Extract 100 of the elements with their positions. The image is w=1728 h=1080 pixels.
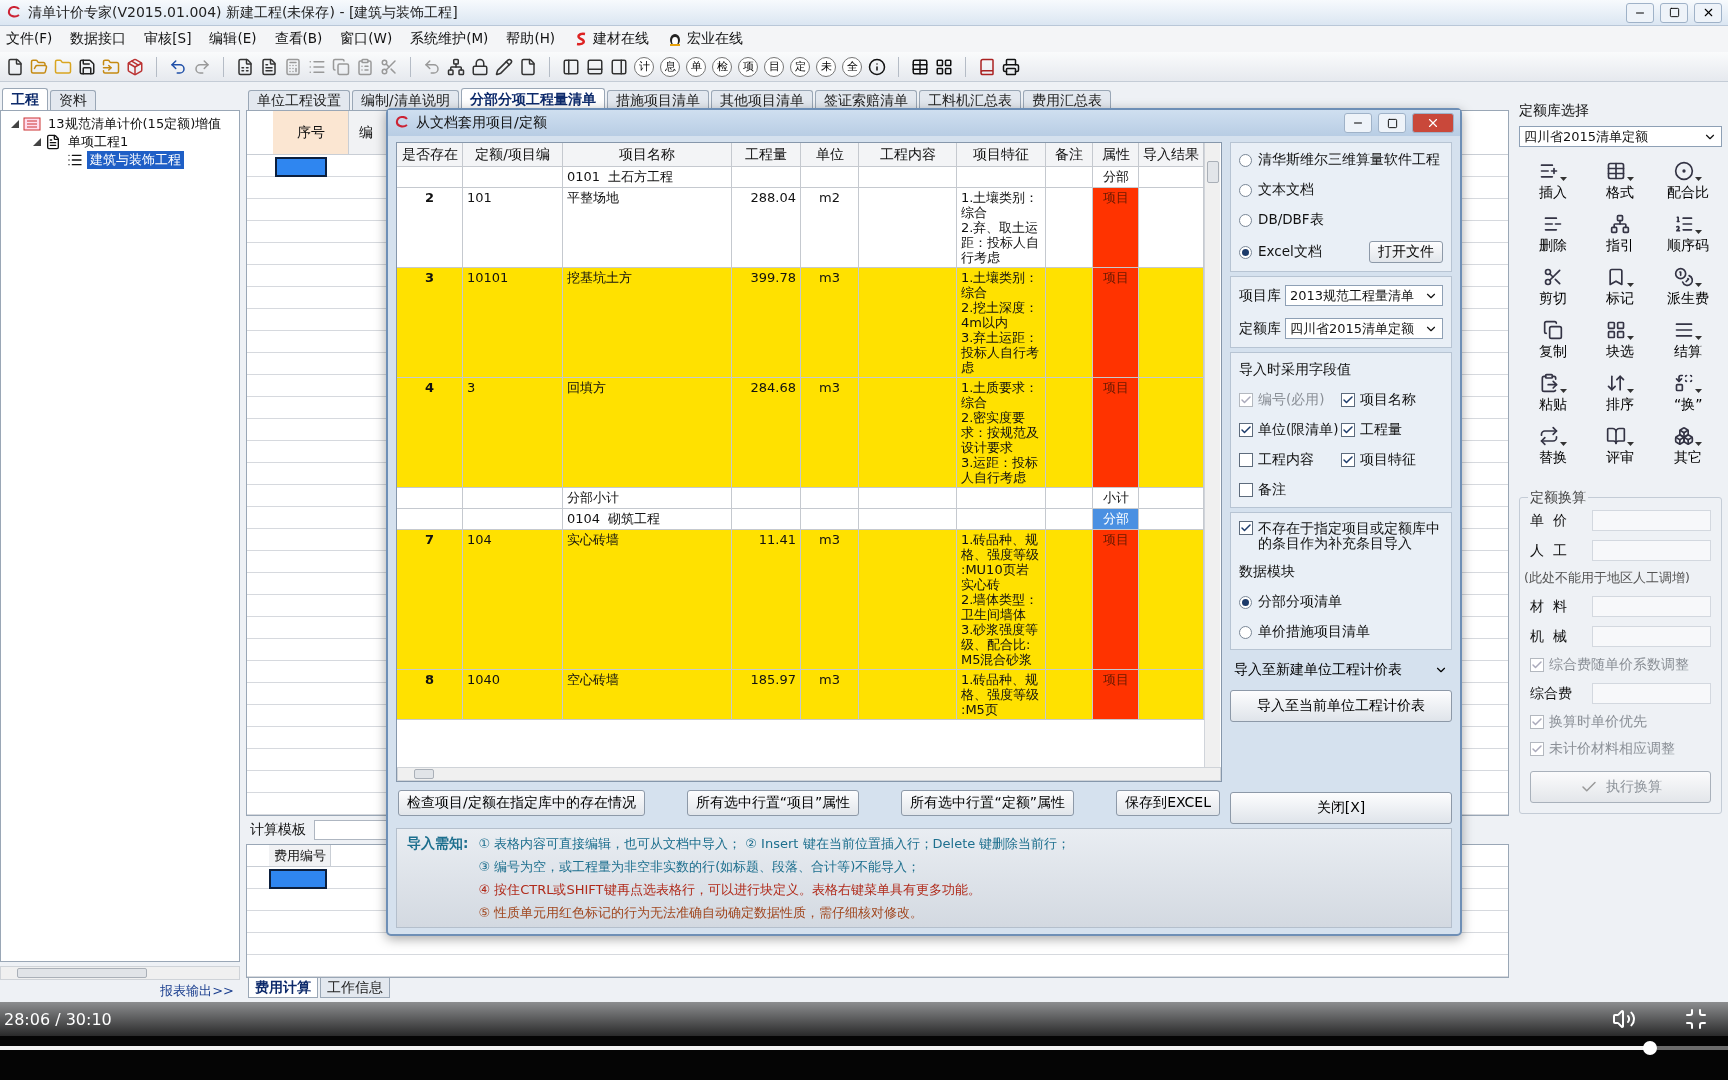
input-field[interactable]: [1592, 683, 1711, 704]
close-button[interactable]: [1694, 2, 1722, 23]
sheet-tab[interactable]: 措施项目清单: [606, 90, 709, 110]
tool-button[interactable]: 顺序码: [1654, 212, 1722, 257]
scissors-icon[interactable]: [380, 57, 398, 76]
sheet-tab[interactable]: 工作信息: [320, 978, 390, 998]
table-row[interactable]: 0101 土石方工程 分部: [397, 167, 1204, 188]
tree-item[interactable]: 13规范清单计价(15定额)增值: [45, 115, 225, 133]
checkbox[interactable]: [1530, 715, 1544, 729]
maximize-button[interactable]: [1660, 2, 1688, 23]
checkbox[interactable]: [1341, 453, 1355, 467]
sheet-tab[interactable]: 签证索赔清单: [814, 90, 917, 110]
sheet-tab[interactable]: 编制/清单说明: [352, 90, 459, 110]
expand-triangle-icon[interactable]: [33, 138, 41, 146]
save-icon[interactable]: [78, 57, 96, 76]
menu-item[interactable]: 文件(F): [6, 30, 53, 48]
panel-icon[interactable]: [586, 57, 604, 76]
toolbar-button[interactable]: 未: [816, 56, 836, 77]
tool-button[interactable]: 剪切: [1519, 265, 1587, 310]
input-field[interactable]: [1592, 510, 1711, 531]
checkbox[interactable]: [1239, 521, 1253, 535]
menu-item[interactable]: 查看(B): [274, 30, 323, 48]
tool-button[interactable]: 插入: [1519, 159, 1587, 204]
toolbar-button[interactable]: 计: [634, 56, 654, 77]
radio-button[interactable]: [1239, 595, 1252, 609]
tree-item[interactable]: 单项工程1: [65, 133, 132, 151]
tree-icon[interactable]: [447, 57, 465, 76]
toolbar-button[interactable]: 息: [660, 56, 680, 77]
menu-item[interactable]: 系统维护(M): [410, 30, 489, 48]
action-button[interactable]: 所有选中行置“定额”属性: [901, 790, 1074, 816]
input-field[interactable]: [1592, 540, 1711, 561]
table-row[interactable]: 8 1040 空心砖墙 185.97 m3 1.砖品种、规格、强度等级 :M5页 项目: [397, 670, 1204, 720]
attribute-cell[interactable]: 小计: [1093, 488, 1139, 509]
new-file-icon[interactable]: [6, 57, 24, 76]
library-dropdown[interactable]: 2013规范工程量清单: [1285, 285, 1443, 306]
sheet-tab[interactable]: 单位工程设置: [248, 90, 350, 110]
toolbar-button[interactable]: 全: [842, 56, 862, 77]
toolbar-button[interactable]: 项: [738, 56, 758, 77]
toolbar-button[interactable]: 定: [790, 56, 810, 77]
tool-button[interactable]: 复制: [1519, 318, 1587, 363]
tool-button[interactable]: 评审: [1586, 424, 1655, 469]
import-new-button[interactable]: 导入至新建单位工程计价表: [1230, 654, 1452, 686]
spreadsheet-icon[interactable]: [236, 57, 254, 76]
horizontal-scrollbar[interactable]: [0, 966, 240, 980]
panel-tab[interactable]: 工程: [2, 88, 48, 110]
folder-icon[interactable]: [30, 57, 48, 76]
volume-icon[interactable]: [1612, 1007, 1636, 1031]
table-row[interactable]: 分部小计 小计: [397, 488, 1204, 509]
grid-icon[interactable]: [935, 57, 953, 76]
input-field[interactable]: [1592, 596, 1711, 617]
maximize-button[interactable]: [1378, 113, 1406, 133]
horizontal-scrollbar[interactable]: [397, 767, 1221, 781]
table-row[interactable]: 2 101 平整场地 288.04 m2 1.土壤类别：综合 2.弃、取土运距：投标人自行考虑 项目: [397, 188, 1204, 268]
tree-item[interactable]: 建筑与装饰工程: [87, 151, 184, 169]
tool-button[interactable]: 配合比: [1654, 159, 1722, 204]
sheet-tab[interactable]: 费用汇总表: [1022, 90, 1111, 110]
selected-cell[interactable]: [275, 157, 327, 177]
table-row[interactable]: 0104 砌筑工程 分部: [397, 509, 1204, 530]
toolbar-button[interactable]: 单: [686, 56, 706, 77]
radio-button[interactable]: [1239, 625, 1252, 639]
info-icon[interactable]: [868, 57, 886, 76]
copy-icon[interactable]: [332, 57, 350, 76]
document-icon[interactable]: [260, 57, 278, 76]
book-icon[interactable]: [978, 57, 996, 76]
checkbox[interactable]: [1239, 423, 1253, 437]
panel-icon[interactable]: [610, 57, 628, 76]
toolbar-button[interactable]: 目: [764, 56, 784, 77]
pencil-icon[interactable]: [495, 57, 513, 76]
tool-button[interactable]: 其它: [1654, 424, 1722, 469]
report-output-link[interactable]: 报表输出>>: [160, 982, 240, 1000]
checkbox[interactable]: [1341, 393, 1355, 407]
checkbox[interactable]: [1341, 423, 1355, 437]
close-dialog-button[interactable]: 关闭[X]: [1230, 792, 1452, 824]
radio-button[interactable]: [1239, 213, 1252, 227]
lock-icon[interactable]: [471, 57, 489, 76]
menu-item[interactable]: 编辑(E): [209, 30, 257, 48]
exit-fullscreen-icon[interactable]: [1684, 1007, 1708, 1031]
tool-button[interactable]: “换”: [1654, 371, 1722, 416]
menu-link[interactable]: 宏业在线: [667, 30, 744, 48]
calculator-icon[interactable]: [284, 57, 302, 76]
table-row[interactable]: 7 104 实心砖墙 11.41 m3 1.砖品种、规格、强度等级 :MU10页岩实心砖 2.墙体类型：卫生间墙体 3.砂浆强度等级、配合比:M5混合砂浆 项目: [397, 530, 1204, 670]
selected-cell[interactable]: [269, 869, 327, 889]
import-current-button[interactable]: 导入至当前单位工程计价表: [1230, 690, 1452, 722]
toolbar-button[interactable]: 检: [712, 56, 732, 77]
tool-button[interactable]: 结算: [1654, 318, 1722, 363]
radio-button[interactable]: [1239, 153, 1252, 167]
open-file-button[interactable]: 打开文件: [1369, 241, 1443, 263]
action-button[interactable]: 保存到EXCEL: [1116, 790, 1220, 816]
tool-button[interactable]: 粘贴: [1519, 371, 1587, 416]
folder-icon[interactable]: [102, 57, 120, 76]
menu-link[interactable]: 建材在线: [573, 30, 650, 48]
attribute-cell[interactable]: 分部: [1093, 167, 1139, 188]
library-dropdown[interactable]: 四川省2015清单定额: [1285, 318, 1443, 339]
tool-button[interactable]: 格式: [1586, 159, 1655, 204]
tool-button[interactable]: 排序: [1586, 371, 1655, 416]
printer-icon[interactable]: [1002, 57, 1020, 76]
checkbox[interactable]: [1530, 658, 1544, 672]
tool-button[interactable]: 标记: [1586, 265, 1655, 310]
tool-button[interactable]: 删除: [1519, 212, 1587, 257]
minimize-button[interactable]: [1626, 2, 1654, 23]
